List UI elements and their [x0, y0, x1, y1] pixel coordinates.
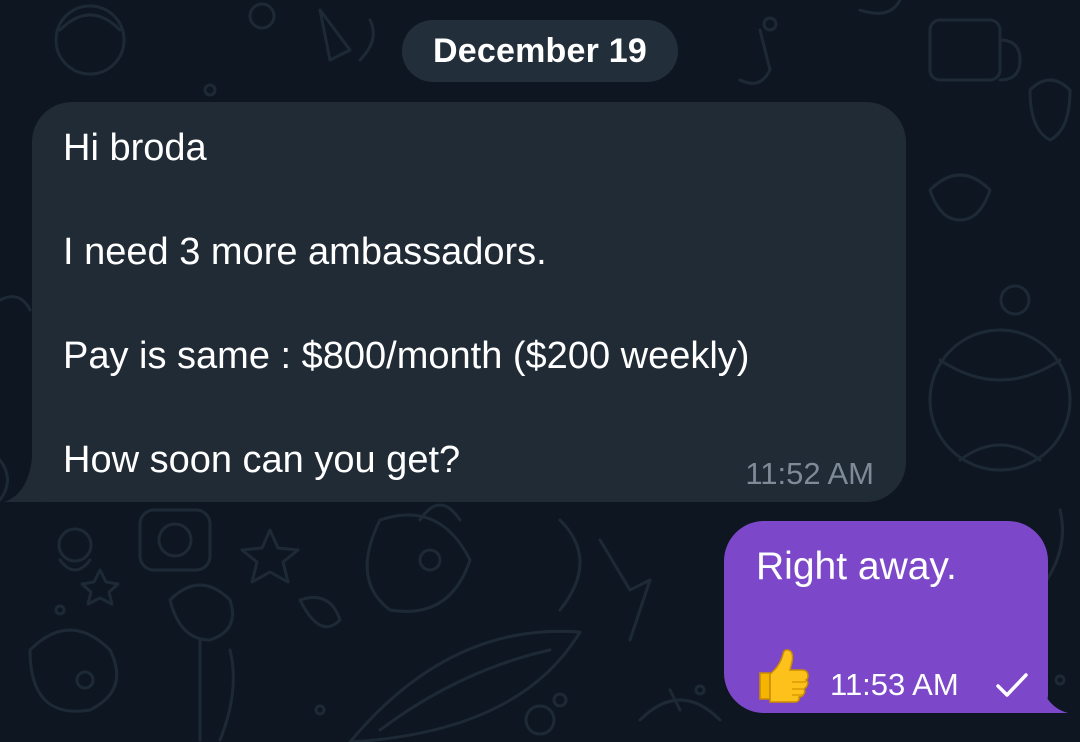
thumbs-up-emoji-icon[interactable]: [754, 647, 810, 703]
incoming-message-text: Hi broda I need 3 more ambassadors. Pay …: [63, 127, 750, 481]
incoming-message-bubble[interactable]: Hi broda I need 3 more ambassadors. Pay …: [32, 102, 906, 502]
outgoing-message-time: 11:53 AM: [830, 667, 959, 702]
date-separator: December 19: [402, 20, 678, 82]
single-check-icon: [996, 673, 1028, 697]
incoming-message-time: 11:52 AM: [745, 456, 874, 491]
outgoing-message-bubble[interactable]: Right away. 11:53 AM: [724, 521, 1048, 713]
outgoing-message-text: Right away.: [756, 545, 957, 588]
